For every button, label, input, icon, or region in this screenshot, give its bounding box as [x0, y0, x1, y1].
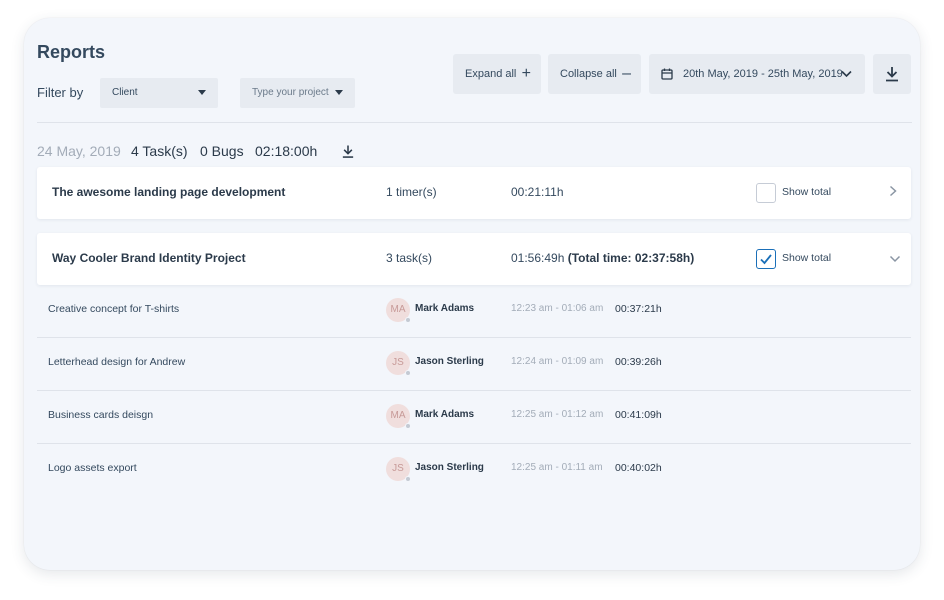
- avatar: JS: [386, 457, 411, 482]
- task-duration: 00:40:02h: [615, 462, 662, 474]
- task-name: Logo assets export: [48, 462, 137, 474]
- task-time-range: 12:23 am - 01:06 am: [511, 303, 604, 314]
- project-total-time: (Total time: 02:37:58h): [567, 251, 695, 265]
- caret-down-icon: [198, 90, 206, 95]
- summary-duration: 02:18:00h: [255, 143, 318, 159]
- task-name: Letterhead design for Andrew: [48, 356, 186, 368]
- status-dot: [405, 423, 411, 429]
- project-row[interactable]: Way Cooler Brand Identity Project 3 task…: [37, 233, 911, 285]
- header-divider: [37, 122, 912, 123]
- download-icon: [886, 67, 898, 82]
- summary-date: 24 May, 2019: [37, 143, 121, 159]
- task-duration: 00:41:09h: [615, 409, 662, 421]
- page-title: Reports: [37, 42, 106, 62]
- task-user: Jason Sterling: [415, 462, 484, 473]
- project-time: 01:56:49h (Total time: 02:37:58h): [511, 251, 695, 265]
- expand-all-label: Expand all: [465, 68, 517, 80]
- collapse-all-label: Collapse all: [560, 68, 617, 80]
- project-name: The awesome landing page development: [52, 185, 286, 199]
- show-total-checkbox[interactable]: [756, 249, 776, 269]
- check-icon: [760, 254, 772, 265]
- task-row[interactable]: Letterhead design for Andrew JS Jason St…: [37, 338, 911, 391]
- download-report-button[interactable]: [873, 54, 911, 94]
- project-name: Way Cooler Brand Identity Project: [52, 251, 246, 265]
- status-dot: [405, 476, 411, 482]
- project-count: 1 timer(s): [386, 185, 437, 199]
- task-time-range: 12:25 am - 01:11 am: [511, 462, 603, 473]
- download-day-icon[interactable]: [342, 144, 354, 159]
- task-row[interactable]: Business cards deisgn MA Mark Adams 12:2…: [37, 391, 911, 444]
- task-duration: 00:37:21h: [615, 303, 662, 315]
- task-duration: 00:39:26h: [615, 356, 662, 368]
- show-total-label: Show total: [782, 186, 832, 198]
- avatar: MA: [386, 404, 411, 429]
- caret-down-icon: [335, 90, 343, 95]
- task-row[interactable]: Logo assets export JS Jason Sterling 12:…: [37, 444, 911, 497]
- filter-label: Filter by: [37, 85, 84, 100]
- avatar: MA: [386, 298, 411, 323]
- avatar: JS: [386, 351, 411, 376]
- project-row[interactable]: The awesome landing page development 1 t…: [37, 167, 911, 219]
- date-range-value: 20th May, 2019 - 25th May, 2019: [683, 68, 843, 80]
- task-row[interactable]: Creative concept for T-shirts MA Mark Ad…: [37, 285, 911, 338]
- chevron-down-icon[interactable]: [889, 255, 901, 263]
- task-time-range: 12:25 am - 01:12 am: [511, 409, 604, 420]
- collapse-all-button[interactable]: Collapse all –: [548, 54, 641, 94]
- task-user: Mark Adams: [415, 303, 475, 314]
- show-total-label: Show total: [782, 252, 832, 264]
- summary-tasks: 4 Task(s): [131, 143, 188, 159]
- summary-bugs: 0 Bugs: [200, 143, 244, 159]
- plus-icon: +: [521, 65, 531, 82]
- show-total-checkbox[interactable]: [756, 183, 776, 203]
- project-search-input[interactable]: Type your project: [240, 78, 355, 108]
- project-time: 00:21:11h: [511, 185, 564, 199]
- client-select[interactable]: Client: [100, 78, 218, 108]
- minus-icon: –: [622, 65, 631, 82]
- task-user: Mark Adams: [415, 409, 475, 420]
- date-range-picker[interactable]: 20th May, 2019 - 25th May, 2019: [649, 54, 865, 94]
- task-name: Creative concept for T-shirts: [48, 303, 180, 315]
- calendar-icon: [661, 68, 673, 80]
- task-time-range: 12:24 am - 01:09 am: [511, 356, 604, 367]
- expand-all-button[interactable]: Expand all +: [453, 54, 541, 94]
- reports-panel: Reports Filter by Client Type your proje…: [24, 18, 920, 570]
- task-name: Business cards deisgn: [48, 409, 154, 421]
- project-search-placeholder: Type your project: [252, 87, 329, 98]
- chevron-down-icon: [841, 70, 852, 78]
- task-user: Jason Sterling: [415, 356, 484, 367]
- status-dot: [405, 317, 411, 323]
- status-dot: [405, 370, 411, 376]
- client-select-value: Client: [112, 87, 138, 98]
- chevron-right-icon[interactable]: [889, 185, 897, 197]
- project-count: 3 task(s): [386, 251, 433, 265]
